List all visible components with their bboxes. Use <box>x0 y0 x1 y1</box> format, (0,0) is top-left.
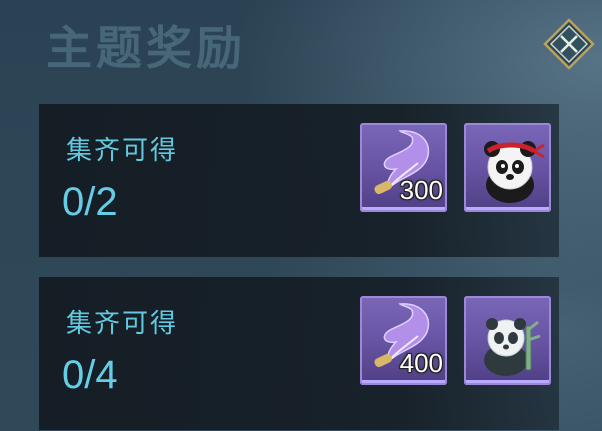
reward-slot-feather[interactable]: 400 <box>360 296 447 385</box>
progress-count: 0/4 <box>62 353 118 397</box>
close-button[interactable] <box>543 18 595 70</box>
panda-red-headband-icon <box>484 141 545 203</box>
progress-count: 0/2 <box>62 180 118 224</box>
close-icon <box>543 18 595 70</box>
reward-card: 集齐可得 0/4 400 <box>39 277 559 430</box>
reward-quantity: 300 <box>399 175 443 205</box>
panda-bamboo-icon <box>484 318 541 376</box>
reward-slot-feather[interactable]: 300 <box>360 123 447 212</box>
reward-slot-panda[interactable] <box>464 296 551 385</box>
collect-label: 集齐可得 <box>66 136 179 166</box>
reward-card: 集齐可得 0/2 300 <box>39 104 559 257</box>
page-title: 主题奖励 <box>46 21 246 75</box>
reward-slot-panda[interactable] <box>464 123 551 212</box>
reward-quantity: 400 <box>399 348 443 378</box>
collect-label: 集齐可得 <box>66 309 179 339</box>
